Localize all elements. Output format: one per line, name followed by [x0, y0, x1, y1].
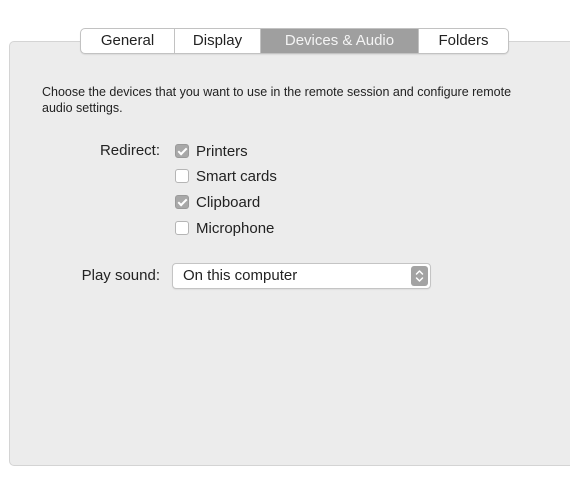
microphone-checkbox[interactable] [175, 221, 189, 235]
preferences-window: General Display Devices & Audio Folders … [0, 0, 570, 480]
section-description: Choose the devices that you want to use … [42, 85, 512, 115]
microphone-label[interactable]: Microphone [196, 220, 274, 237]
tab-devices-audio[interactable]: Devices & Audio [261, 29, 419, 53]
printers-label[interactable]: Printers [196, 143, 248, 160]
play-sound-label: Play sound: [81, 267, 160, 284]
up-down-chevron-icon[interactable] [411, 266, 428, 286]
clipboard-label[interactable]: Clipboard [196, 194, 260, 211]
microphone-checkbox-row[interactable]: Microphone [175, 218, 274, 238]
smart-cards-checkbox[interactable] [175, 169, 189, 183]
clipboard-checkbox-row[interactable]: Clipboard [175, 192, 260, 212]
tab-display[interactable]: Display [175, 29, 261, 53]
tab-general[interactable]: General [81, 29, 175, 53]
smart-cards-checkbox-row[interactable]: Smart cards [175, 166, 277, 186]
tab-folders[interactable]: Folders [419, 29, 508, 53]
redirect-label: Redirect: [99, 142, 160, 159]
play-sound-selected-value[interactable]: On this computer [183, 267, 297, 284]
tab-bar: General Display Devices & Audio Folders [80, 28, 509, 54]
printers-checkbox[interactable] [175, 144, 189, 158]
clipboard-checkbox[interactable] [175, 195, 189, 209]
smart-cards-label[interactable]: Smart cards [196, 168, 277, 185]
printers-checkbox-row[interactable]: Printers [175, 141, 248, 161]
play-sound-select[interactable]: On this computer [172, 263, 431, 289]
